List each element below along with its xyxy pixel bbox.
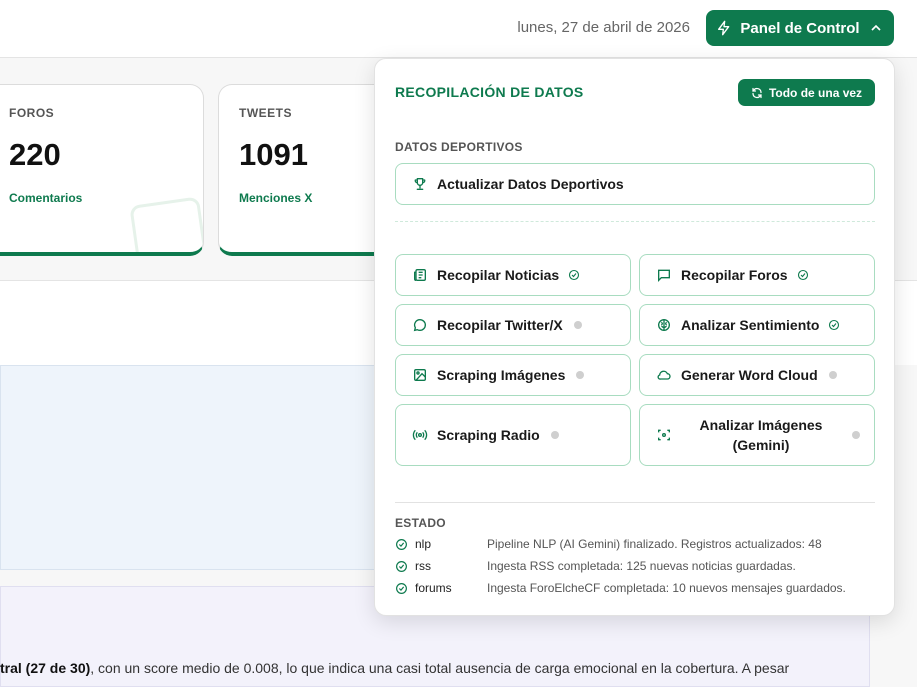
status-message: Pipeline NLP (AI Gemini) finalizado. Reg… — [487, 537, 822, 551]
idle-status-dot — [572, 319, 584, 331]
stat-value: 1091 — [239, 137, 308, 172]
collect-forums-button[interactable]: Recopilar Foros — [639, 254, 875, 296]
stat-sub: Menciones X — [239, 191, 313, 205]
radio-icon — [412, 427, 428, 443]
action-label: Recopilar Noticias — [437, 267, 560, 283]
check-circle-icon — [395, 560, 408, 573]
data-collection-dropdown: RECOPILACIÓN DE DATOS Todo de una vez DA… — [374, 58, 895, 616]
scrape-images-button[interactable]: Scraping Imágenes — [395, 354, 631, 396]
stat-sub: Comentarios — [9, 191, 83, 205]
decorative-chat-icon — [129, 196, 203, 252]
trophy-icon — [412, 176, 428, 192]
section-divider — [395, 221, 875, 222]
top-bar: lunes, 27 de abril de 2026 Panel de Cont… — [0, 0, 917, 58]
lightning-icon — [716, 20, 732, 36]
status-row-nlp: nlp Pipeline NLP (AI Gemini) finalizado.… — [395, 535, 822, 553]
status-row-forums: forums Ingesta ForoElcheCF completada: 1… — [395, 579, 846, 597]
idle-status-dot — [549, 429, 561, 441]
check-circle-icon — [568, 269, 580, 281]
analyze-sentiment-button[interactable]: Analizar Sentimiento — [639, 304, 875, 346]
analyze-images-button[interactable]: Analizar Imágenes (Gemini) — [639, 404, 875, 466]
stat-label: TWEETS — [239, 106, 292, 120]
check-circle-icon — [797, 269, 809, 281]
newspaper-icon — [412, 267, 428, 283]
generate-wordcloud-button[interactable]: Generar Word Cloud — [639, 354, 875, 396]
image-icon — [412, 367, 428, 383]
status-row-rss: rss Ingesta RSS completada: 125 nuevas n… — [395, 557, 796, 575]
control-panel-button[interactable]: Panel de Control — [706, 10, 894, 46]
status-key: forums — [415, 581, 452, 595]
action-label: Recopilar Foros — [681, 267, 788, 283]
action-label: Recopilar Twitter/X — [437, 317, 563, 333]
control-panel-label: Panel de Control — [740, 19, 860, 37]
status-divider — [395, 502, 875, 503]
action-label: Scraping Radio — [437, 427, 540, 443]
refresh-icon — [751, 87, 763, 99]
analysis-text: tral (27 de 30), con un score medio de 0… — [0, 657, 850, 679]
check-circle-icon — [828, 319, 840, 331]
action-label: Analizar Sentimiento — [681, 317, 820, 333]
dropdown-title: RECOPILACIÓN DE DATOS — [395, 84, 584, 100]
status-key: rss — [415, 559, 431, 573]
collect-twitter-button[interactable]: Recopilar Twitter/X — [395, 304, 631, 346]
status-message: Ingesta RSS completada: 125 nuevas notic… — [487, 559, 796, 573]
idle-status-dot — [574, 369, 586, 381]
message-circle-icon — [412, 317, 428, 333]
sports-section-label: DATOS DEPORTIVOS — [395, 140, 523, 154]
idle-status-dot — [850, 429, 862, 441]
run-all-button[interactable]: Todo de una vez — [738, 79, 875, 106]
action-label: Analizar Imágenes (Gemini) — [699, 417, 823, 453]
run-all-label: Todo de una vez — [768, 85, 863, 100]
scan-eye-icon — [656, 427, 672, 443]
action-label: Generar Word Cloud — [681, 367, 818, 383]
message-square-icon — [656, 267, 672, 283]
cloud-icon — [656, 367, 672, 383]
idle-status-dot — [827, 369, 839, 381]
action-label: Scraping Imágenes — [437, 367, 566, 383]
status-key: nlp — [415, 537, 432, 551]
brain-icon — [656, 317, 672, 333]
chevron-up-icon — [868, 20, 884, 36]
stat-card-forums: FOROS 220 Comentarios — [0, 84, 204, 256]
check-circle-icon — [395, 538, 408, 551]
current-date: lunes, 27 de abril de 2026 — [517, 19, 690, 36]
analysis-bold: tral (27 de 30) — [0, 660, 91, 676]
analysis-body: , con un score medio de 0.008, lo que in… — [90, 660, 790, 676]
update-sports-button[interactable]: Actualizar Datos Deportivos — [395, 163, 875, 205]
status-message: Ingesta ForoElcheCF completada: 10 nuevo… — [487, 581, 846, 595]
collect-news-button[interactable]: Recopilar Noticias — [395, 254, 631, 296]
status-section-label: ESTADO — [395, 516, 446, 530]
stat-value: 220 — [9, 137, 61, 172]
scrape-radio-button[interactable]: Scraping Radio — [395, 404, 631, 466]
stat-label: FOROS — [9, 106, 55, 120]
update-sports-label: Actualizar Datos Deportivos — [437, 176, 624, 192]
check-circle-icon — [395, 582, 408, 595]
